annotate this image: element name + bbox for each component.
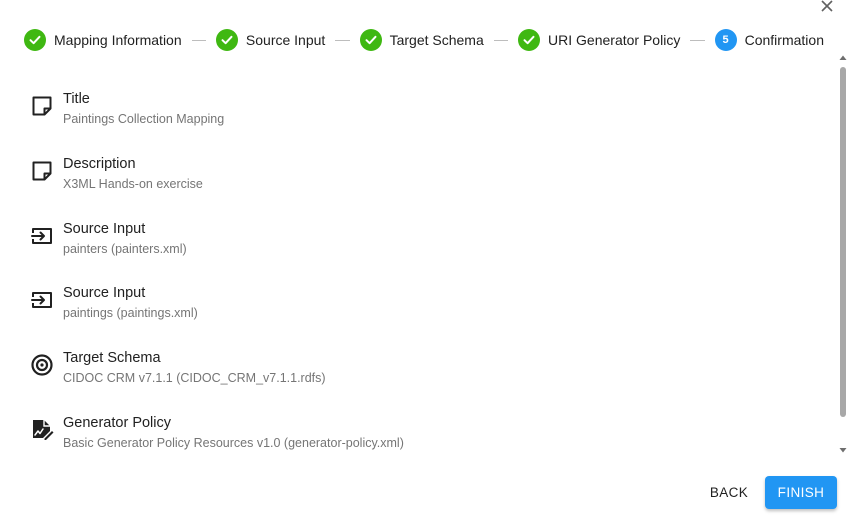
step-label: URI Generator Policy bbox=[548, 32, 681, 48]
note-icon bbox=[32, 161, 52, 181]
step-connector bbox=[191, 39, 206, 41]
step-confirmation[interactable]: 5 Confirmation bbox=[714, 29, 824, 51]
item-value: Basic Generator Policy Resources v1.0 (g… bbox=[63, 435, 404, 450]
close-button[interactable] bbox=[817, 0, 837, 16]
input-icon bbox=[31, 292, 52, 309]
step-target-schema[interactable]: Target Schema bbox=[359, 29, 484, 51]
scroll-up-arrow-icon[interactable] bbox=[839, 54, 847, 62]
stepper: Mapping Information Source Input Target … bbox=[24, 28, 824, 52]
back-button[interactable]: BACK bbox=[700, 476, 758, 509]
item-value: Paintings Collection Mapping bbox=[63, 112, 225, 126]
item-value: paintings (paintings.xml) bbox=[63, 306, 198, 321]
step-connector bbox=[335, 39, 350, 41]
step-label: Target Schema bbox=[389, 32, 484, 48]
list-item: Generator Policy Basic Generator Policy … bbox=[24, 392, 832, 457]
step-number-badge: 5 bbox=[714, 29, 737, 51]
item-title: Title bbox=[63, 91, 90, 107]
check-circle-icon bbox=[518, 29, 541, 51]
item-value: CIDOC CRM v7.1.1 (CIDOC_CRM_v7.1.1.rdfs) bbox=[63, 371, 326, 386]
step-mapping-information[interactable]: Mapping Information bbox=[24, 29, 182, 51]
step-source-input[interactable]: Source Input bbox=[215, 29, 326, 51]
finish-button[interactable]: FINISH bbox=[765, 476, 837, 509]
scrollbar[interactable] bbox=[838, 54, 848, 454]
step-label: Confirmation bbox=[744, 32, 824, 48]
item-title: Source Input bbox=[63, 220, 146, 237]
step-connector bbox=[493, 39, 509, 41]
summary-list: Title Paintings Collection Mapping Descr… bbox=[24, 68, 832, 458]
item-title: Target Schema bbox=[63, 350, 161, 367]
close-icon bbox=[821, 0, 833, 12]
signature-icon bbox=[33, 419, 54, 440]
step-label: Source Input bbox=[245, 32, 326, 48]
item-title: Generator Policy bbox=[63, 414, 171, 431]
scrollbar-thumb[interactable] bbox=[840, 67, 846, 417]
scroll-down-arrow-icon[interactable] bbox=[839, 446, 847, 454]
step-uri-generator-policy[interactable]: URI Generator Policy bbox=[518, 29, 680, 51]
check-circle-icon bbox=[359, 29, 382, 51]
target-icon bbox=[31, 354, 53, 376]
item-value: painters (painters.xml) bbox=[63, 241, 187, 256]
check-circle-icon bbox=[215, 29, 238, 51]
step-label: Mapping Information bbox=[54, 32, 182, 48]
step-connector bbox=[690, 39, 705, 41]
item-title: Description bbox=[63, 155, 136, 172]
list-item: Source Input painters (painters.xml) bbox=[24, 198, 832, 263]
list-item: Source Input paintings (paintings.xml) bbox=[24, 262, 832, 327]
note-icon bbox=[32, 96, 52, 116]
item-title: Source Input bbox=[63, 285, 146, 302]
check-circle-icon bbox=[24, 29, 46, 51]
list-item: Target Schema CIDOC CRM v7.1.1 (CIDOC_CR… bbox=[24, 327, 832, 392]
input-icon bbox=[31, 227, 52, 244]
item-value: X3ML Hands-on exercise bbox=[63, 176, 203, 191]
list-item: Description X3ML Hands-on exercise bbox=[24, 133, 832, 198]
list-item: Title Paintings Collection Mapping bbox=[24, 68, 832, 133]
